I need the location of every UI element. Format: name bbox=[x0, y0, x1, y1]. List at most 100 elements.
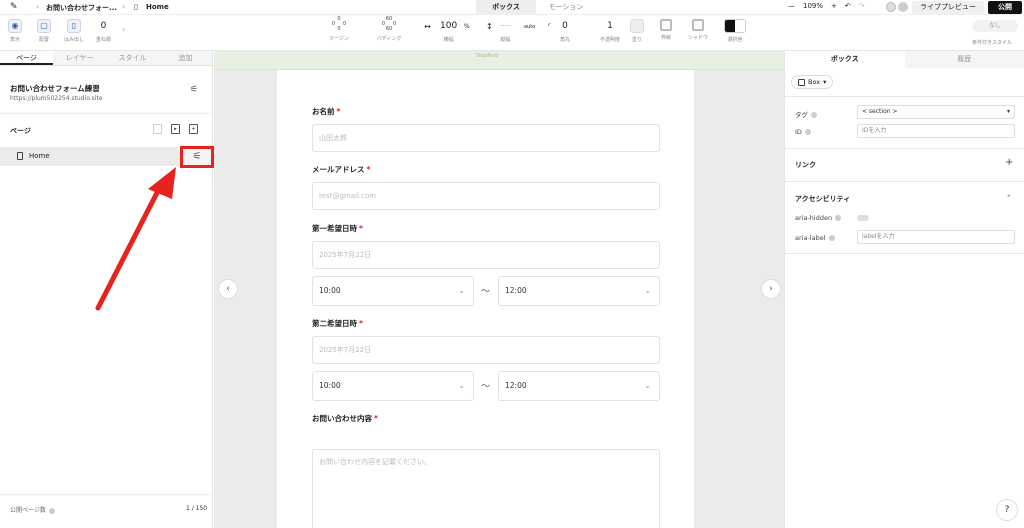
pen-icon[interactable]: ✎ bbox=[10, 2, 18, 12]
overflow-tool[interactable]: ▯ はみ出し bbox=[64, 19, 84, 43]
tab-motion[interactable]: モーション bbox=[536, 0, 596, 15]
site-title: お問い合わせフォーム練習 bbox=[10, 84, 100, 93]
padding-left[interactable]: 0 bbox=[382, 21, 385, 27]
shadow-label: シャドウ bbox=[688, 35, 709, 41]
publish-button[interactable]: 公開 bbox=[988, 1, 1022, 14]
zoom-value[interactable]: 109% bbox=[803, 2, 823, 10]
tab-layers[interactable]: レイヤー bbox=[53, 51, 106, 65]
radius-value[interactable]: 0 bbox=[560, 19, 570, 33]
zoom-in-button[interactable]: + bbox=[831, 2, 837, 10]
tag-select[interactable]: < section > ▾ bbox=[857, 105, 1015, 119]
second-date-field[interactable]: 2025年7月22日 bbox=[312, 336, 660, 364]
avatar[interactable] bbox=[898, 2, 908, 12]
first-time-from-select[interactable]: 10:00 ⌄ bbox=[312, 276, 474, 306]
collapse-icon[interactable]: ⌃ bbox=[1006, 194, 1012, 202]
conditional-style-select[interactable]: なし bbox=[972, 20, 1018, 32]
help-icon bbox=[804, 129, 811, 135]
breadcrumb-site[interactable]: お問い合わせフォー... bbox=[46, 3, 117, 13]
collapse-right-button[interactable]: › bbox=[761, 279, 781, 299]
margin-left[interactable]: 0 bbox=[332, 21, 335, 27]
opacity-tool[interactable]: 1 不透明度 bbox=[600, 19, 620, 43]
radius-tool[interactable]: 0 角丸 bbox=[560, 19, 570, 43]
height-value[interactable]: ----- bbox=[500, 19, 511, 33]
aria-label-label: aria-label bbox=[795, 234, 835, 242]
border-tool[interactable]: 枠線 bbox=[660, 19, 672, 41]
tab-styles[interactable]: スタイル bbox=[106, 51, 159, 65]
first-time-to-select[interactable]: 12:00 ⌄ bbox=[498, 276, 660, 306]
shadow-icon[interactable] bbox=[692, 19, 704, 31]
form-section[interactable]: お名前 * 山田太郎 メールアドレス * test@gmail.com 第一希望日時… bbox=[277, 70, 694, 528]
overflow-icon: ▯ bbox=[67, 19, 81, 33]
shadow-tool[interactable]: シャドウ bbox=[688, 19, 708, 41]
margin-tool[interactable]: 0 0 0 0 マージン bbox=[326, 17, 352, 43]
opacity-value[interactable]: 1 bbox=[600, 19, 620, 33]
site-settings-icon[interactable]: ⚟ bbox=[190, 85, 198, 95]
undo-icon[interactable]: ↶ bbox=[845, 2, 851, 10]
tab-box-properties[interactable]: ボックス bbox=[785, 51, 905, 68]
width-tool[interactable]: 100 横幅 bbox=[440, 19, 457, 43]
id-input[interactable]: IDを入力 bbox=[857, 124, 1015, 138]
radius-label: 角丸 bbox=[560, 37, 571, 43]
border-icon[interactable] bbox=[660, 19, 672, 31]
display-tool[interactable]: ◉ 表示 bbox=[8, 19, 22, 43]
aria-hidden-label: aria-hidden bbox=[795, 214, 842, 222]
chevron-right-icon[interactable]: › bbox=[122, 25, 125, 34]
height-tool[interactable]: ----- 縦幅 bbox=[500, 19, 511, 43]
divider bbox=[0, 494, 213, 495]
breadcrumb-page[interactable]: Home bbox=[146, 3, 169, 11]
zoom-out-button[interactable]: — bbox=[788, 2, 795, 10]
height-unit[interactable]: auto bbox=[524, 24, 535, 30]
page-settings-icon[interactable]: ⚟ bbox=[180, 146, 214, 168]
second-time-from-select[interactable]: 10:00 ⌄ bbox=[312, 371, 474, 401]
fill-label: 塗り bbox=[631, 37, 642, 43]
zindex-value[interactable]: 0 bbox=[96, 19, 111, 33]
chevron-down-icon: ▾ bbox=[1006, 108, 1010, 115]
position-tool[interactable]: ▢ 配置 bbox=[37, 19, 51, 43]
selection-color-swatch[interactable] bbox=[724, 19, 746, 33]
fill-swatch[interactable] bbox=[630, 19, 644, 33]
zindex-tool[interactable]: 0 重ね順 bbox=[96, 19, 111, 43]
fill-tool[interactable]: 塗り bbox=[630, 19, 644, 43]
redo-icon[interactable]: ↷ bbox=[859, 2, 865, 10]
add-link-icon[interactable]: + bbox=[1005, 157, 1013, 168]
add-member-icon[interactable] bbox=[886, 2, 896, 12]
canvas[interactable]: Stepfield ‹ › お名前 * 山田太郎 メールアドレス * test@gm… bbox=[214, 51, 784, 528]
tab-history[interactable]: 履歴 bbox=[904, 51, 1024, 68]
section-tag: Stepfield bbox=[476, 53, 499, 59]
aria-label-input[interactable]: labelを入力 bbox=[857, 230, 1015, 244]
second-time-to-select[interactable]: 12:00 ⌄ bbox=[498, 371, 660, 401]
inquiry-textarea[interactable]: お問い合わせ内容を記載ください。 bbox=[312, 449, 660, 528]
conditional-style-label: 条件付きスタイル bbox=[972, 40, 1013, 46]
duplicate-page-icon[interactable]: ▸ bbox=[171, 124, 180, 134]
padding-tool[interactable]: 60 0 0 60 パディング bbox=[376, 17, 402, 43]
border-label: 枠線 bbox=[660, 35, 671, 41]
padding-bottom[interactable]: 60 bbox=[376, 27, 402, 32]
width-unit[interactable]: % bbox=[464, 23, 470, 30]
live-preview-button[interactable]: ライブプレビュー bbox=[912, 1, 984, 14]
tab-pages[interactable]: ページ bbox=[0, 51, 53, 65]
page-item-label: Home bbox=[29, 152, 50, 160]
chevron-right-icon: › bbox=[122, 2, 126, 11]
margin-bottom[interactable]: 0 bbox=[326, 27, 352, 32]
width-value[interactable]: 100 bbox=[440, 19, 457, 33]
site-url[interactable]: https://plum502254.studio.site bbox=[10, 95, 103, 102]
tab-add[interactable]: 追加 bbox=[159, 51, 212, 65]
selection-color-tool[interactable]: 選択色 bbox=[724, 19, 746, 43]
add-page-icon[interactable]: + bbox=[189, 124, 198, 134]
help-button[interactable]: ? bbox=[996, 499, 1018, 521]
margin-right[interactable]: 0 bbox=[343, 21, 346, 27]
first-date-field[interactable]: 2025年7月22日 bbox=[312, 241, 660, 269]
trash-icon[interactable] bbox=[153, 124, 162, 134]
name-field[interactable]: 山田太郎 bbox=[312, 124, 660, 152]
selection-color-label: 選択色 bbox=[727, 37, 743, 43]
aria-hidden-toggle[interactable] bbox=[857, 215, 869, 221]
link-heading: リンク bbox=[795, 161, 816, 169]
zoom-control: — 109% + ↶ ↷ bbox=[788, 2, 865, 10]
tab-box[interactable]: ボックス bbox=[476, 0, 536, 15]
element-type-select[interactable]: Box ▾ bbox=[791, 75, 834, 89]
email-field[interactable]: test@gmail.com bbox=[312, 182, 660, 210]
collapse-left-button[interactable]: ‹ bbox=[218, 279, 238, 299]
id-label: ID bbox=[795, 128, 811, 136]
padding-right[interactable]: 0 bbox=[393, 21, 396, 27]
chevron-down-icon: ▾ bbox=[823, 78, 827, 86]
